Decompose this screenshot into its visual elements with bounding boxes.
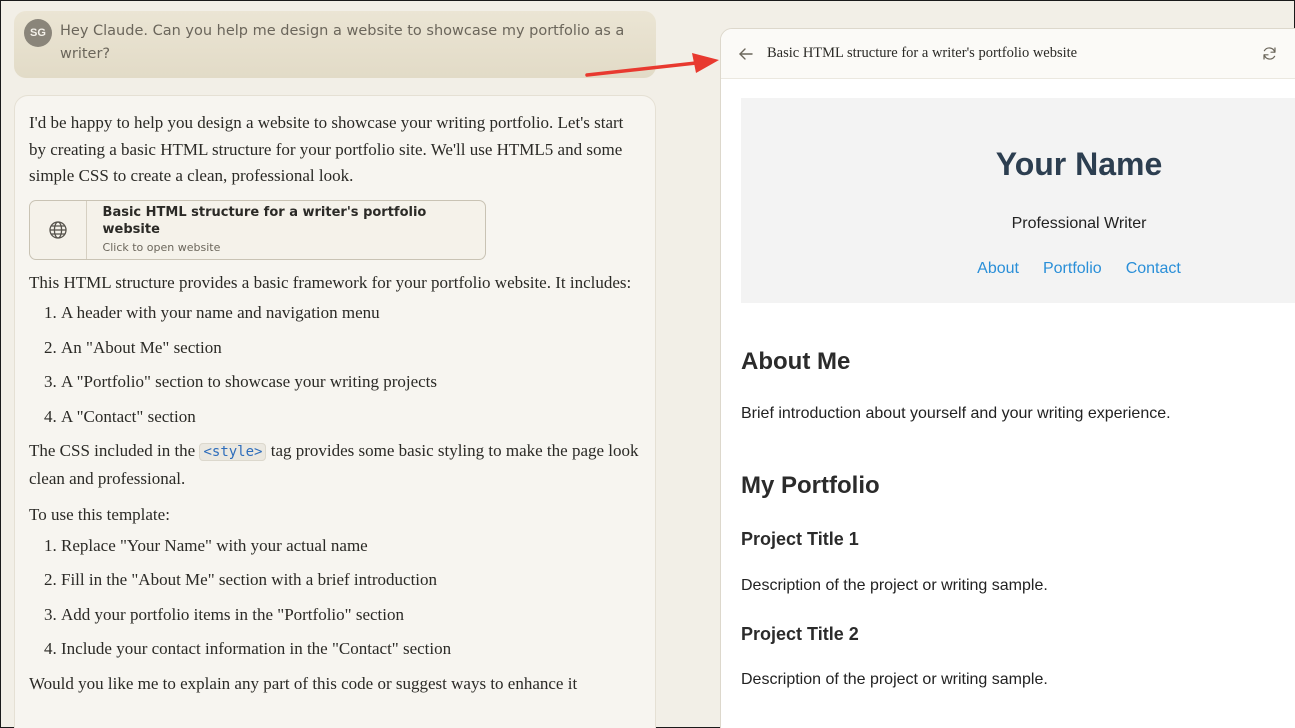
refresh-icon[interactable]: [1261, 45, 1278, 62]
preview-project-description: Description of the project or writing sa…: [741, 577, 1048, 594]
list-item: 3. Add your portfolio items in the "Portf…: [44, 604, 404, 624]
panel-header: Basic HTML structure for a writer's port…: [721, 29, 1295, 79]
structure-list: 1. A header with your name and navigation…: [29, 300, 641, 430]
preview-nav-contact[interactable]: Contact: [1126, 260, 1181, 278]
usage-intro: To use this template:: [29, 505, 170, 524]
preview-about-heading: About Me: [741, 348, 851, 375]
preview-nav: About Portfolio Contact: [741, 260, 1295, 278]
list-item: 3. A "Portfolio" section to showcase your…: [44, 372, 438, 391]
artifact-card[interactable]: Basic HTML structure for a writer's port…: [29, 199, 486, 260]
assistant-intro: I'd be happy to help you design a websit…: [29, 113, 624, 185]
preview-portfolio-heading: My Portfolio: [741, 472, 880, 499]
annotation-arrow-icon: [585, 53, 719, 77]
style-tag-code: <style>: [199, 443, 267, 461]
globe-icon: [30, 200, 87, 259]
list-item: 1. A header with your name and navigation…: [44, 303, 380, 322]
artifact-panel: Basic HTML structure for a writer's port…: [720, 28, 1295, 728]
preview-tagline: Professional Writer: [1011, 215, 1147, 232]
preview-project-title: Project Title 2: [741, 624, 859, 644]
assistant-message: I'd be happy to help you design a websit…: [14, 95, 656, 728]
list-item: 4. Include your contact information in th…: [44, 639, 452, 658]
list-item: 2. An "About Me" section: [44, 337, 222, 357]
preview-project-description: Description of the project or writing sa…: [741, 671, 1048, 688]
arrow-left-icon[interactable]: [737, 45, 755, 63]
css-note: The CSS included in the <style> tag prov…: [29, 441, 639, 488]
user-message: SG Hey Claude. Can you help me design a …: [14, 11, 656, 78]
user-message-text: Hey Claude. Can you help me design a web…: [60, 23, 625, 62]
preview-project-title: Project Title 1: [741, 529, 859, 549]
structure-intro: This HTML structure provides a basic fra…: [29, 272, 632, 292]
artifact-card-subtitle: Click to open website: [102, 241, 221, 254]
preview-about-text: Brief introduction about yourself and yo…: [741, 405, 1171, 422]
preview-nav-portfolio[interactable]: Portfolio: [1043, 260, 1102, 278]
user-avatar: SG: [24, 19, 52, 47]
list-item: 1. Replace "Your Name" with your actual n…: [44, 535, 368, 555]
usage-list: 1. Replace "Your Name" with your actual n…: [29, 533, 641, 663]
artifact-card-title: Basic HTML structure for a writer's port…: [102, 205, 427, 237]
list-item: 4. A "Contact" section: [44, 406, 196, 426]
preview-site-name: Your Name: [995, 146, 1163, 182]
preview-header: Your Name Professional Writer About Port…: [741, 98, 1295, 303]
panel-title: Basic HTML structure for a writer's port…: [767, 45, 1078, 61]
assistant-closing: Would you like me to explain any part of…: [29, 673, 578, 693]
preview-nav-about[interactable]: About: [977, 260, 1019, 278]
list-item: 2. Fill in the "About Me" section with a …: [44, 570, 438, 589]
